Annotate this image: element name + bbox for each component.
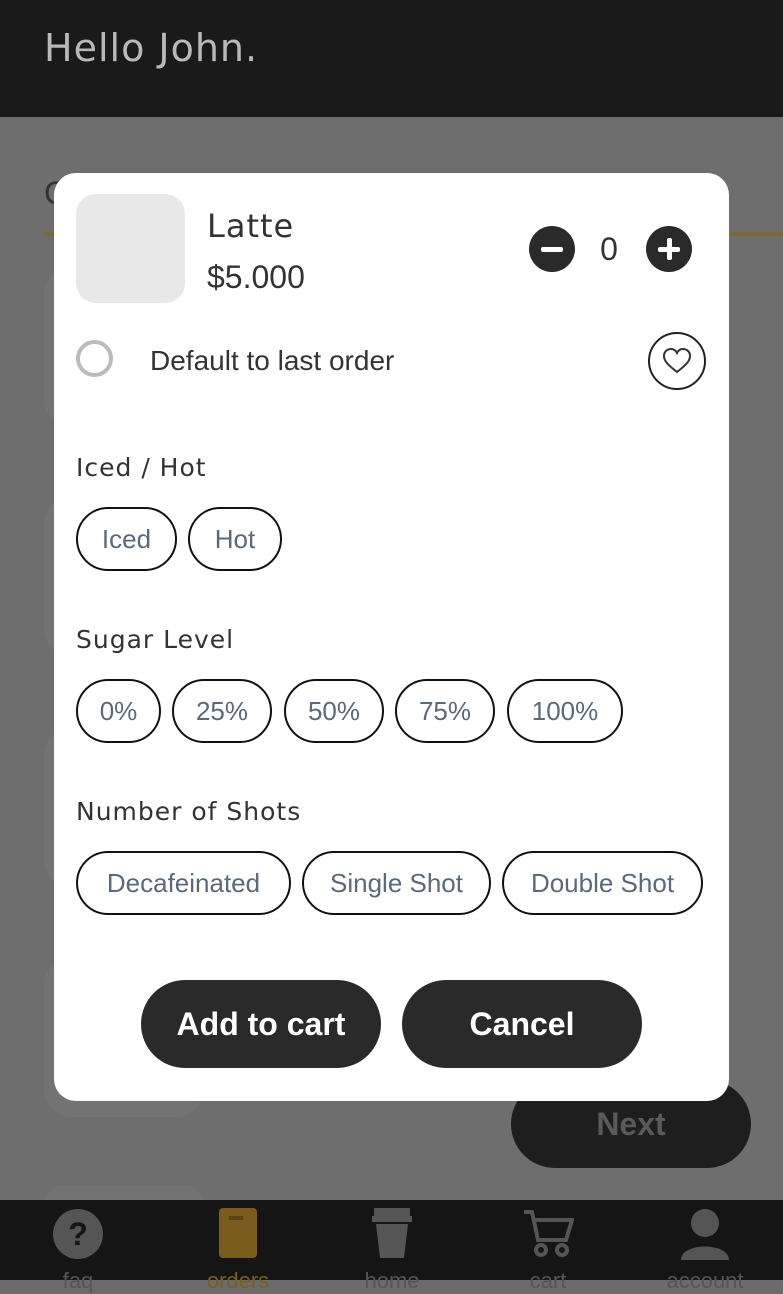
option-sugar-75[interactable]: 75% bbox=[395, 679, 495, 743]
default-to-last-order-radio[interactable] bbox=[76, 340, 113, 377]
menu-book-icon bbox=[219, 1208, 257, 1258]
option-iced[interactable]: Iced bbox=[76, 507, 177, 571]
question-circle-icon: ? bbox=[53, 1209, 103, 1259]
nav-label: faq bbox=[62, 1268, 94, 1293]
nav-item-faq[interactable]: ? faq bbox=[0, 1200, 156, 1293]
sugar-level-heading: Sugar Level bbox=[76, 625, 235, 654]
option-sugar-0[interactable]: 0% bbox=[76, 679, 161, 743]
app-header: Hello John. bbox=[0, 0, 783, 117]
nav-label: orders bbox=[206, 1268, 270, 1293]
nav-label: cart bbox=[529, 1268, 567, 1293]
product-image bbox=[76, 194, 185, 303]
nav-item-home[interactable]: home bbox=[314, 1200, 470, 1293]
cancel-button[interactable]: Cancel bbox=[402, 980, 642, 1068]
option-sugar-25[interactable]: 25% bbox=[172, 679, 272, 743]
favorite-button[interactable] bbox=[648, 332, 706, 390]
cart-icon bbox=[524, 1210, 574, 1257]
decrease-quantity-button[interactable] bbox=[529, 226, 575, 272]
minus-icon bbox=[541, 247, 563, 252]
nav-item-orders[interactable]: orders bbox=[160, 1200, 316, 1293]
option-double-shot[interactable]: Double Shot bbox=[502, 851, 703, 915]
product-name: Latte bbox=[207, 207, 295, 245]
quantity-value: 0 bbox=[600, 231, 618, 267]
increase-quantity-button[interactable] bbox=[646, 226, 692, 272]
bottom-nav: ? faq orders home cart account bbox=[0, 1200, 783, 1293]
option-decafeinated[interactable]: Decafeinated bbox=[76, 851, 291, 915]
default-to-last-order-label: Default to last order bbox=[150, 345, 395, 376]
coffee-cup-icon bbox=[372, 1208, 412, 1258]
iced-hot-heading: Iced / Hot bbox=[76, 453, 207, 482]
option-sugar-50[interactable]: 50% bbox=[284, 679, 384, 743]
option-sugar-100[interactable]: 100% bbox=[507, 679, 623, 743]
nav-label: account bbox=[666, 1268, 744, 1293]
nav-label: home bbox=[364, 1268, 420, 1293]
add-to-cart-button[interactable]: Add to cart bbox=[141, 980, 381, 1068]
customize-order-dialog: Latte $5.000 0 Default to last order Ice… bbox=[54, 173, 729, 1101]
option-single-shot[interactable]: Single Shot bbox=[302, 851, 491, 915]
product-price: $5.000 bbox=[207, 259, 305, 295]
heart-icon bbox=[663, 348, 691, 374]
nav-item-cart[interactable]: cart bbox=[470, 1200, 626, 1293]
svg-text:?: ? bbox=[68, 1216, 88, 1252]
option-hot[interactable]: Hot bbox=[188, 507, 282, 571]
greeting-text: Hello John. bbox=[44, 26, 259, 70]
nav-item-account[interactable]: account bbox=[627, 1200, 783, 1293]
number-of-shots-heading: Number of Shots bbox=[76, 797, 302, 826]
person-icon bbox=[681, 1209, 729, 1260]
